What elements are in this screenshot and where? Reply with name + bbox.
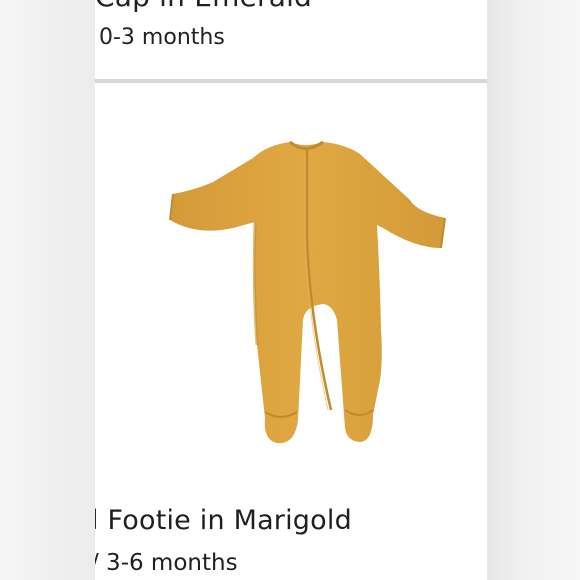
product-size-footie: / 3-6 months: [95, 550, 238, 576]
background-right: [487, 0, 580, 580]
listing-divider: [95, 79, 487, 83]
product-list-card: Cap in Emerald 0-3 months: [95, 0, 487, 580]
product-size-cap: 0-3 months: [99, 25, 225, 50]
product-title-footie[interactable]: l Footie in Marigold: [95, 505, 352, 536]
product-title-cap[interactable]: Cap in Emerald: [95, 0, 312, 13]
background-left: [0, 0, 95, 580]
product-image-footie[interactable]: [155, 120, 455, 460]
footie-icon: [169, 140, 446, 444]
